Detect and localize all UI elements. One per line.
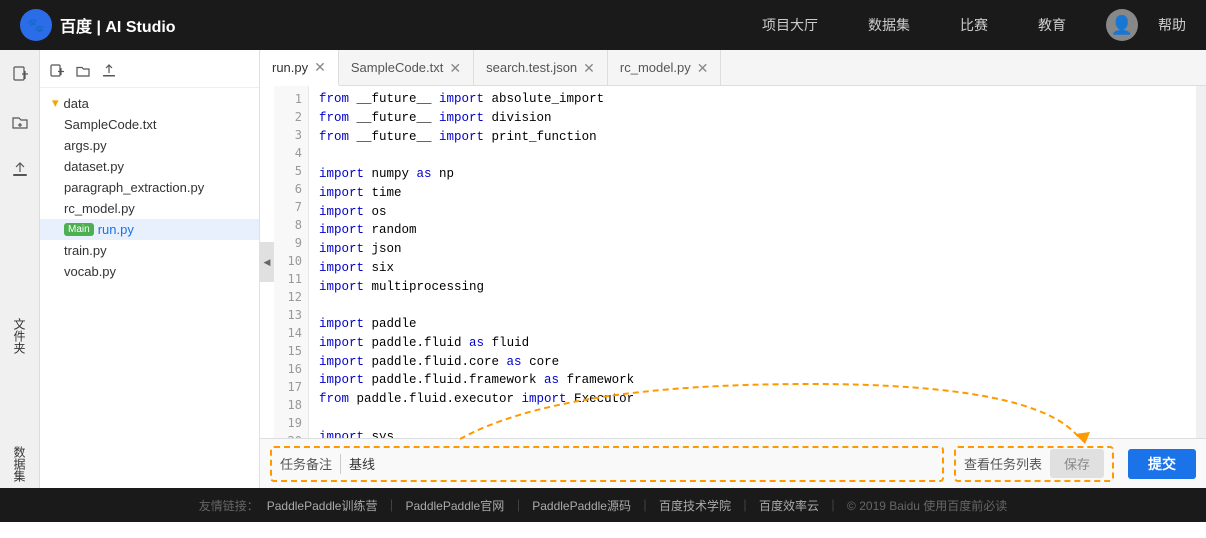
task-right-area: 查看任务列表 保存 (954, 446, 1114, 482)
save-button[interactable]: 保存 (1050, 449, 1104, 478)
file-args[interactable]: args.py (40, 135, 259, 156)
footer-friendly-links: 友情链接： (199, 497, 259, 514)
tab-runpy-label: run.py (272, 60, 308, 75)
file-dataset[interactable]: dataset.py (40, 156, 259, 177)
file-tree-toolbar (40, 58, 259, 88)
code-editor[interactable]: ◀ 1234 5678 9101112 13141516 17181920 21… (260, 86, 1206, 438)
new-file-icon[interactable] (6, 60, 34, 88)
footer-link-official[interactable]: PaddlePaddle官网 (405, 497, 504, 514)
brand-logo: 🐾 百度 | AI Studio (20, 9, 176, 41)
file-vocab[interactable]: vocab.py (40, 261, 259, 282)
toolbar-new-folder[interactable] (74, 62, 92, 83)
footer-link-source[interactable]: PaddlePaddle源码 (532, 497, 631, 514)
nav-right: 👤 帮助 (1106, 9, 1186, 41)
footer: 友情链接： PaddlePaddle训练营 ｜ PaddlePaddle官网 ｜… (0, 488, 1206, 522)
nav-education[interactable]: 教育 (1038, 15, 1066, 35)
nav-datasets[interactable]: 数据集 (868, 15, 910, 35)
toolbar-new-file[interactable] (48, 62, 66, 83)
top-navigation: 🐾 百度 | AI Studio 项目大厅 数据集 比赛 教育 👤 帮助 (0, 0, 1206, 50)
tab-rcmodel-label: rc_model.py (620, 60, 691, 75)
file-dataset-label: dataset.py (64, 159, 124, 174)
bottom-task-bar: 任务备注 基线 查看任务列表 保存 提交 (260, 438, 1206, 488)
main-badge: Main (64, 223, 94, 236)
brand-name: 百度 | AI Studio (60, 13, 176, 37)
tab-rcmodel[interactable]: rc_model.py ✕ (608, 50, 722, 85)
main-area: 文件夹 数据集 ▾ data SampleCode.txt args.py (0, 50, 1206, 488)
task-label: 任务备注 (280, 454, 332, 473)
file-samplecode[interactable]: SampleCode.txt (40, 114, 259, 135)
footer-copyright: © 2019 Baidu 使用百度前必读 (847, 497, 1007, 514)
sidebar-icons: 文件夹 数据集 (0, 50, 40, 488)
file-rcmodel-label: rc_model.py (64, 201, 135, 216)
file-runpy[interactable]: Main run.py (40, 219, 259, 240)
tab-searchtest[interactable]: search.test.json ✕ (474, 50, 608, 85)
tab-searchtest-label: search.test.json (486, 60, 577, 75)
baseline-label: 基线 (349, 454, 375, 473)
nav-competitions[interactable]: 比赛 (960, 15, 988, 35)
file-runpy-label: run.py (98, 222, 134, 237)
task-input-area: 任务备注 基线 (270, 446, 944, 482)
nav-links: 项目大厅 数据集 比赛 教育 (762, 15, 1066, 35)
file-train-label: train.py (64, 243, 107, 258)
file-vocab-label: vocab.py (64, 264, 116, 279)
footer-link-training[interactable]: PaddlePaddle训练营 (267, 497, 378, 514)
tab-samplecode-label: SampleCode.txt (351, 60, 444, 75)
folder-data[interactable]: ▾ data (40, 92, 259, 114)
file-paragraph-label: paragraph_extraction.py (64, 180, 204, 195)
file-samplecode-label: SampleCode.txt (64, 117, 157, 132)
code-content[interactable]: from __future__ import absolute_import f… (309, 86, 1196, 438)
nav-help[interactable]: 帮助 (1158, 15, 1186, 35)
collapse-panel-arrow[interactable]: ◀ (260, 242, 274, 282)
upload-icon[interactable] (6, 156, 34, 184)
file-rcmodel[interactable]: rc_model.py (40, 198, 259, 219)
folder-name: data (64, 96, 89, 111)
toolbar-upload[interactable] (100, 62, 118, 83)
editor-area: run.py ✕ SampleCode.txt ✕ search.test.js… (260, 50, 1206, 488)
line-numbers: 1234 5678 9101112 13141516 17181920 2122… (274, 86, 309, 438)
file-args-label: args.py (64, 138, 107, 153)
footer-link-efficiency[interactable]: 百度效率云 (759, 497, 819, 514)
sidebar-label-datasets[interactable]: 数据集 (11, 440, 28, 488)
file-paragraph[interactable]: paragraph_extraction.py (40, 177, 259, 198)
avatar[interactable]: 👤 (1106, 9, 1138, 41)
nav-projects[interactable]: 项目大厅 (762, 15, 818, 35)
view-tasks-button[interactable]: 查看任务列表 (964, 454, 1042, 473)
tab-samplecode[interactable]: SampleCode.txt ✕ (339, 50, 474, 85)
file-train[interactable]: train.py (40, 240, 259, 261)
sidebar-label-folder[interactable]: 文件夹 (11, 312, 28, 360)
footer-link-academy[interactable]: 百度技术学院 (659, 497, 731, 514)
submit-button[interactable]: 提交 (1128, 449, 1196, 479)
tab-searchtest-close[interactable]: ✕ (583, 61, 595, 75)
file-tree: ▾ data SampleCode.txt args.py dataset.py… (40, 50, 260, 488)
tab-rcmodel-close[interactable]: ✕ (697, 61, 709, 75)
baidu-icon: 🐾 (20, 9, 52, 41)
tab-samplecode-close[interactable]: ✕ (449, 61, 461, 75)
new-folder-icon[interactable] (6, 108, 34, 136)
editor-tabs: run.py ✕ SampleCode.txt ✕ search.test.js… (260, 50, 1206, 86)
editor-scrollbar[interactable] (1196, 86, 1206, 438)
task-divider (340, 454, 341, 474)
tab-runpy-close[interactable]: ✕ (314, 60, 326, 74)
tab-runpy[interactable]: run.py ✕ (260, 50, 339, 86)
